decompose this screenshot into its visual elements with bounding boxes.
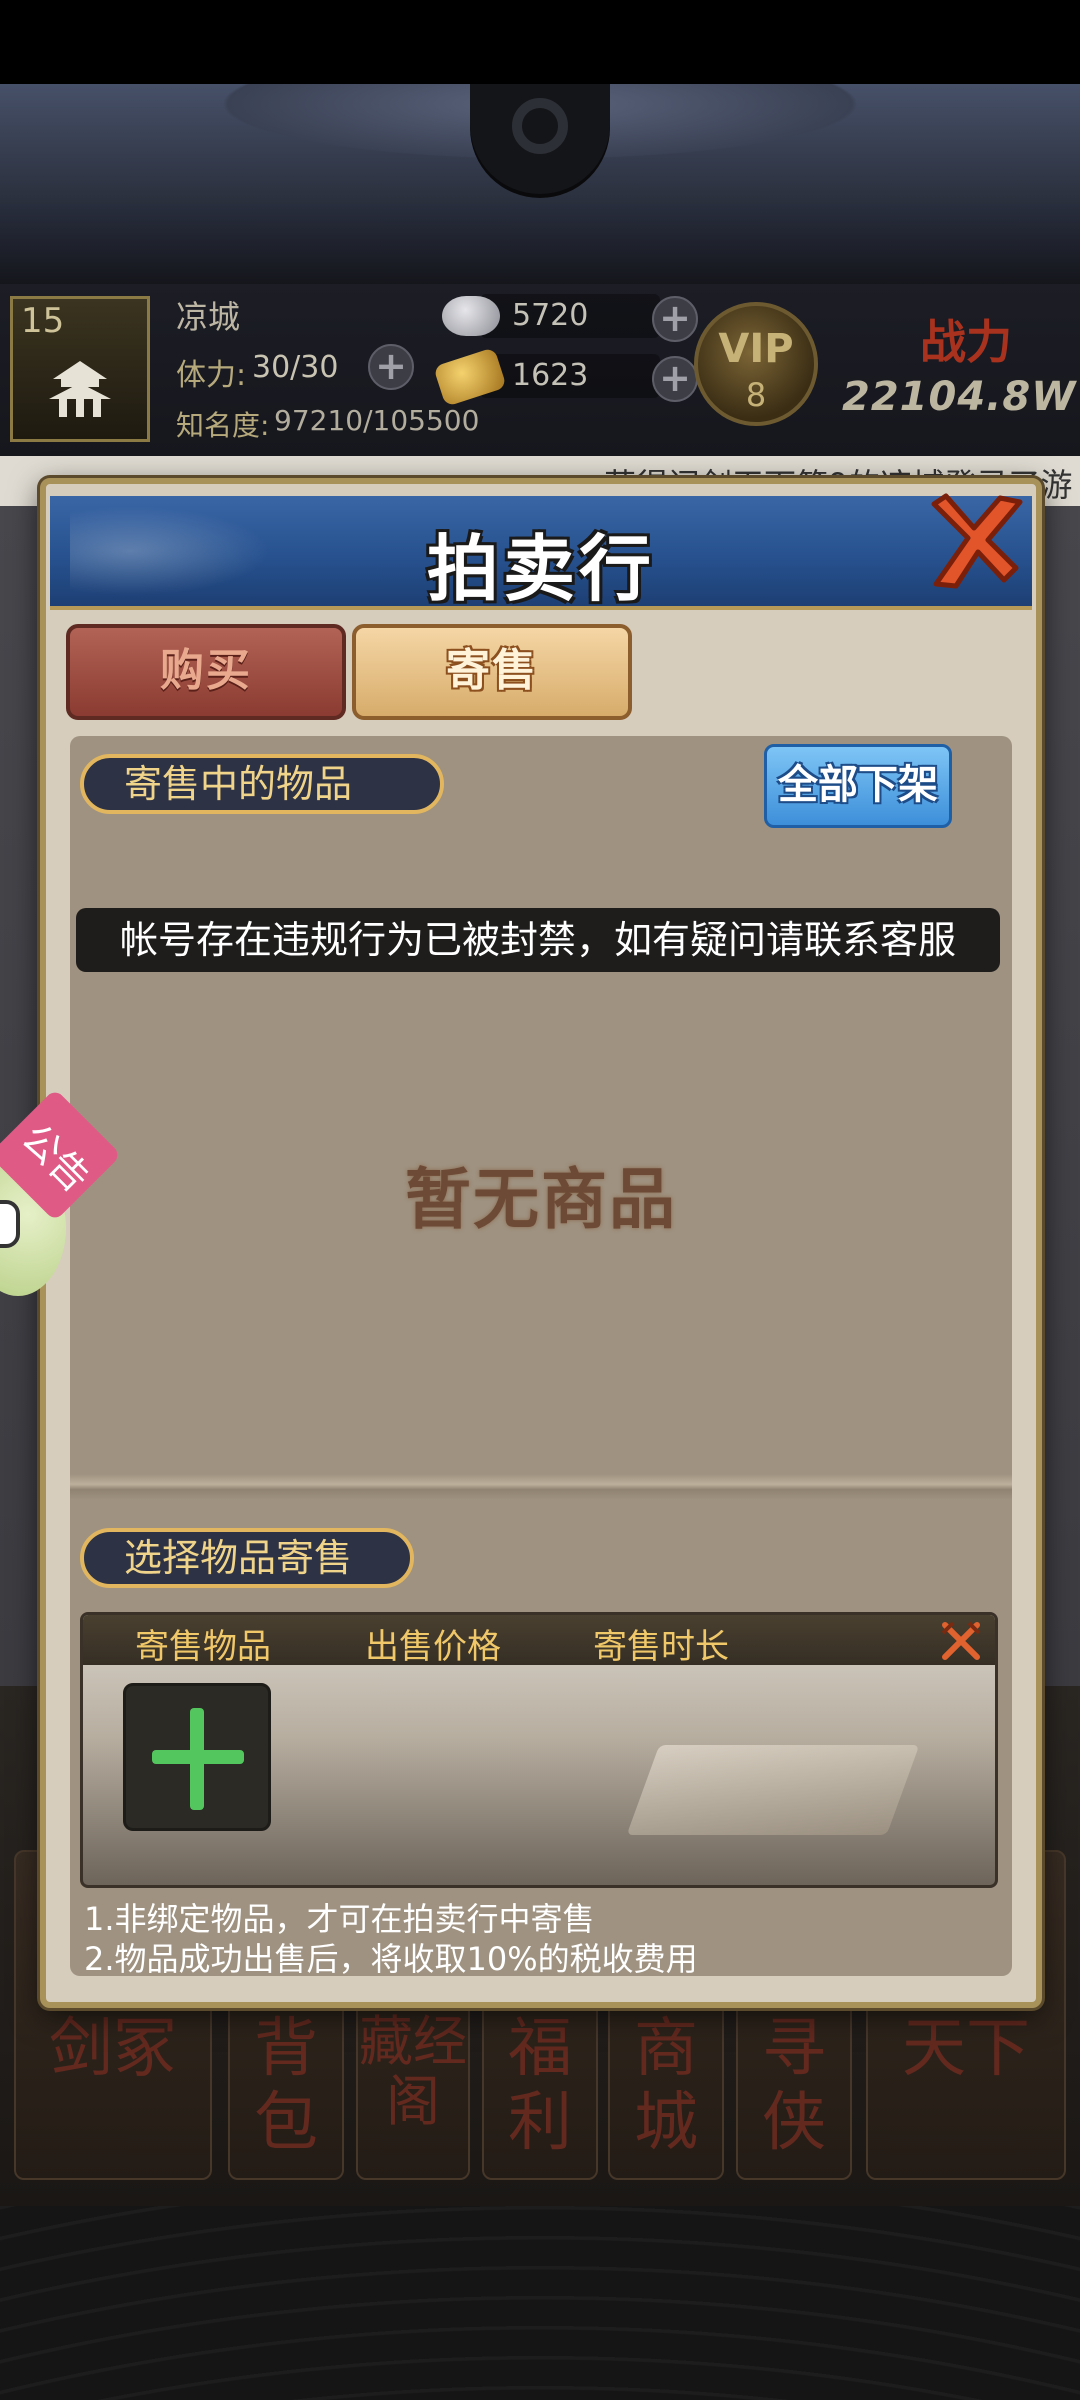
add-gold-button[interactable]: +	[652, 356, 698, 402]
city-level: 15	[21, 301, 65, 341]
crossed-swords-icon[interactable]	[939, 1619, 983, 1663]
consign-table-header: 寄售物品 出售价格 寄售时长	[83, 1615, 995, 1667]
select-item-label: 选择物品寄售	[80, 1528, 414, 1588]
ban-message-toast: 帐号存在违规行为已被封禁，如有疑问请联系客服	[76, 908, 1000, 972]
scene-roof-banner	[0, 84, 1080, 284]
section-divider	[70, 1474, 1012, 1500]
empty-goods-text: 暂无商品	[405, 1161, 677, 1238]
city-name: 凉城	[176, 298, 241, 336]
stamina-value: 30/30	[252, 350, 339, 385]
gold-amount: 1623	[512, 358, 589, 393]
on-shelf-label: 寄售中的物品	[80, 754, 444, 814]
add-silver-button[interactable]: +	[652, 296, 698, 342]
vip-label: VIP	[718, 326, 794, 372]
rule-2: 2.物品成功出售后，将收取10%的税收费用	[84, 1940, 698, 1978]
floor-pattern	[0, 2206, 1080, 2400]
dialog-title: 拍卖行	[426, 527, 655, 611]
close-x-icon[interactable]	[916, 488, 1026, 598]
stamina-label: 体力:	[176, 358, 247, 393]
col-price: 出售价格	[365, 1627, 501, 1667]
robot-face	[0, 1200, 20, 1248]
add-item-slot[interactable]	[123, 1683, 271, 1831]
fame-label: 知名度:	[176, 409, 270, 442]
consign-item-box: 寄售物品 出售价格 寄售时长	[80, 1612, 998, 1888]
vip-badge-icon[interactable]: VIP 8	[694, 302, 818, 426]
auction-dialog: 拍卖行 购买 寄售 寄售中的物品 全部下架 帐号存在违规行为已被封禁，如有疑问请…	[40, 478, 1042, 2008]
unlist-all-button[interactable]: 全部下架	[764, 744, 952, 828]
consign-panel: 寄售中的物品 全部下架 帐号存在违规行为已被封禁，如有疑问请联系客服 暂无商品 …	[70, 736, 1012, 1978]
power-value: 22104.8W	[842, 374, 1077, 420]
player-status-bar: 15 凉城 体力: 30/30 + 知名度: 97210/105500 5720…	[0, 284, 1080, 456]
power-label: 战力	[920, 315, 1012, 369]
city-level-badge[interactable]: 15	[10, 296, 150, 442]
tab-consign[interactable]: 寄售	[352, 624, 632, 720]
silver-amount: 5720	[512, 298, 589, 333]
add-stamina-button[interactable]: +	[368, 344, 414, 390]
tab-buy[interactable]: 购买	[66, 624, 346, 720]
scroll-art	[626, 1745, 920, 1835]
fame-value: 97210/105500	[274, 404, 480, 437]
plus-icon-vertical	[190, 1708, 204, 1810]
col-item: 寄售物品	[135, 1627, 271, 1667]
col-duration: 寄售时长	[593, 1627, 729, 1667]
silver-ingot-icon	[442, 296, 500, 336]
vip-level: 8	[745, 376, 767, 414]
pagoda-icon	[49, 361, 111, 417]
dialog-header: 拍卖行	[50, 493, 1032, 611]
